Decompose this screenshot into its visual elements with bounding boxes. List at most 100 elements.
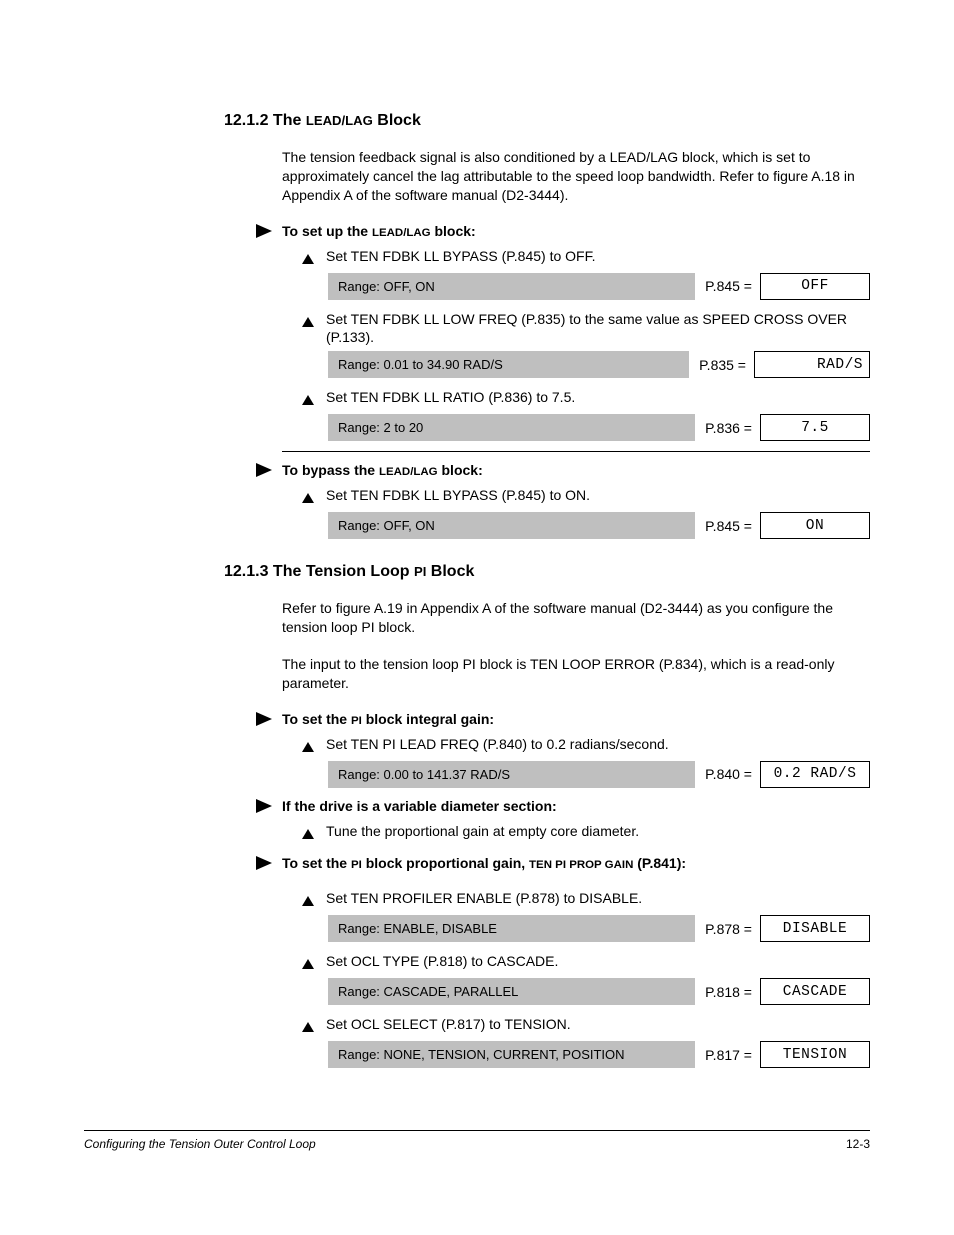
intro-paragraph: Refer to figure A.19 in Appendix A of th…	[282, 599, 870, 637]
step-item: Set TEN FDBK LL RATIO (P.836) to 7.5.	[302, 388, 870, 410]
proc-label: block integral gain:	[362, 711, 494, 727]
page-number: 12-3	[846, 1137, 870, 1151]
proc-label: (P.841):	[633, 855, 686, 871]
proc-label: PI	[351, 715, 362, 727]
proc-label: To set the	[282, 711, 351, 727]
range-box: Range: NONE, TENSION, CURRENT, POSITION	[328, 1041, 695, 1068]
proc-label: TEN PI PROP GAIN	[529, 859, 633, 871]
triangle-right-icon	[256, 463, 272, 477]
section-heading-1213: 12.1.3 The Tension Loop PI Block	[224, 563, 870, 581]
proc-label: LEAD/LAG	[372, 227, 431, 239]
footer-title: Configuring the Tension Outer Control Lo…	[84, 1137, 316, 1151]
param-label: P.817 =	[695, 1041, 760, 1068]
parameter-row: Range: 0.00 to 141.37 RAD/S P.840 = 0.2 …	[328, 761, 870, 788]
triangle-up-icon	[302, 250, 314, 269]
triangle-up-icon	[302, 738, 314, 757]
proc-label: To set the	[282, 855, 351, 871]
triangle-up-icon	[302, 313, 314, 332]
param-label: P.845 =	[695, 273, 760, 300]
param-label: P.818 =	[695, 978, 760, 1005]
proc-label: block:	[438, 462, 483, 478]
param-label: P.878 =	[695, 915, 760, 942]
triangle-right-icon	[256, 799, 272, 813]
param-label: P.836 =	[695, 414, 760, 441]
proc-label: To bypass the	[282, 462, 379, 478]
step-item: Set OCL TYPE (P.818) to CASCADE.	[302, 952, 870, 974]
range-box: Range: OFF, ON	[328, 273, 695, 300]
step-item: Set TEN FDBK LL BYPASS (P.845) to ON.	[302, 486, 870, 508]
step-text: Set TEN FDBK LL BYPASS (P.845) to ON.	[326, 486, 870, 505]
step-text: Set OCL SELECT (P.817) to TENSION.	[326, 1015, 870, 1034]
triangle-up-icon	[302, 489, 314, 508]
proc-label: PI	[351, 859, 362, 871]
range-box: Range: OFF, ON	[328, 512, 695, 539]
triangle-right-icon	[256, 224, 272, 238]
range-box: Range: 0.00 to 141.37 RAD/S	[328, 761, 695, 788]
range-box: Range: 0.01 to 34.90 RAD/S	[328, 351, 689, 378]
triangle-right-icon	[256, 856, 272, 870]
range-box: Range: ENABLE, DISABLE	[328, 915, 695, 942]
step-text: Tune the proportional gain at empty core…	[326, 822, 870, 841]
value-box[interactable]: ON	[760, 512, 870, 539]
step-item: Set TEN FDBK LL BYPASS (P.845) to OFF.	[302, 247, 870, 269]
param-label: P.840 =	[695, 761, 760, 788]
value-box[interactable]: DISABLE	[760, 915, 870, 942]
step-text: Set TEN PI LEAD FREQ (P.840) to 0.2 radi…	[326, 735, 870, 754]
step-item: Set OCL SELECT (P.817) to TENSION.	[302, 1015, 870, 1037]
range-box: Range: 2 to 20	[328, 414, 695, 441]
procedure-header: If the drive is a variable diameter sect…	[282, 798, 870, 814]
parameter-row: Range: CASCADE, PARALLEL P.818 = CASCADE	[328, 978, 870, 1005]
triangle-right-icon	[256, 712, 272, 726]
proc-label: To set up the	[282, 223, 372, 239]
parameter-row: Range: OFF, ON P.845 = ON	[328, 512, 870, 539]
heading-smallcaps: PI	[414, 564, 426, 579]
proc-label: block proportional gain,	[362, 855, 529, 871]
document-page: 12.1.2 The LEAD/LAG Block The tension fe…	[0, 0, 954, 1235]
parameter-row: Range: 2 to 20 P.836 = 7.5	[328, 414, 870, 441]
intro-paragraph: The tension feedback signal is also cond…	[282, 148, 870, 205]
parameter-row: Range: NONE, TENSION, CURRENT, POSITION …	[328, 1041, 870, 1068]
heading-text: 12.1.2 The	[224, 112, 306, 129]
heading-text: Block	[426, 563, 474, 580]
parameter-row: Range: 0.01 to 34.90 RAD/S P.835 = RAD/S	[328, 351, 870, 378]
proc-label: block:	[431, 223, 476, 239]
procedure-header: To bypass the LEAD/LAG block:	[282, 462, 870, 478]
heading-smallcaps: LEAD/LAG	[306, 113, 373, 128]
triangle-up-icon	[302, 1018, 314, 1037]
value-box[interactable]: 7.5	[760, 414, 870, 441]
param-label: P.835 =	[689, 351, 754, 378]
step-text: Set TEN PROFILER ENABLE (P.878) to DISAB…	[326, 889, 870, 908]
heading-text: 12.1.3 The Tension Loop	[224, 563, 414, 580]
step-text: Set OCL TYPE (P.818) to CASCADE.	[326, 952, 870, 971]
param-label: P.845 =	[695, 512, 760, 539]
parameter-row: Range: ENABLE, DISABLE P.878 = DISABLE	[328, 915, 870, 942]
step-text: Set TEN FDBK LL LOW FREQ (P.835) to the …	[326, 310, 870, 348]
divider	[282, 451, 870, 452]
procedure-header: To set up the LEAD/LAG block:	[282, 223, 870, 239]
step-text: Set TEN FDBK LL BYPASS (P.845) to OFF.	[326, 247, 870, 266]
section-heading-1212: 12.1.2 The LEAD/LAG Block	[224, 112, 870, 130]
value-box[interactable]: RAD/S	[754, 351, 870, 378]
triangle-up-icon	[302, 825, 314, 844]
range-box: Range: CASCADE, PARALLEL	[328, 978, 695, 1005]
value-box[interactable]: OFF	[760, 273, 870, 300]
value-box[interactable]: CASCADE	[760, 978, 870, 1005]
step-item: Tune the proportional gain at empty core…	[302, 822, 870, 844]
proc-label: LEAD/LAG	[379, 466, 438, 478]
intro-paragraph: The input to the tension loop PI block i…	[282, 655, 870, 693]
triangle-up-icon	[302, 955, 314, 974]
value-box[interactable]: TENSION	[760, 1041, 870, 1068]
procedure-header: To set the PI block proportional gain, T…	[282, 855, 870, 871]
triangle-up-icon	[302, 391, 314, 410]
proc-label: If the drive is a variable diameter sect…	[282, 798, 557, 814]
page-footer: Configuring the Tension Outer Control Lo…	[84, 1130, 870, 1151]
heading-text: Block	[373, 112, 421, 129]
step-item: Set TEN PROFILER ENABLE (P.878) to DISAB…	[302, 889, 870, 911]
procedure-header: To set the PI block integral gain:	[282, 711, 870, 727]
step-item: Set TEN PI LEAD FREQ (P.840) to 0.2 radi…	[302, 735, 870, 757]
parameter-row: Range: OFF, ON P.845 = OFF	[328, 273, 870, 300]
step-text: Set TEN FDBK LL RATIO (P.836) to 7.5.	[326, 388, 870, 407]
triangle-up-icon	[302, 892, 314, 911]
step-item: Set TEN FDBK LL LOW FREQ (P.835) to the …	[302, 310, 870, 348]
value-box[interactable]: 0.2 RAD/S	[760, 761, 870, 788]
